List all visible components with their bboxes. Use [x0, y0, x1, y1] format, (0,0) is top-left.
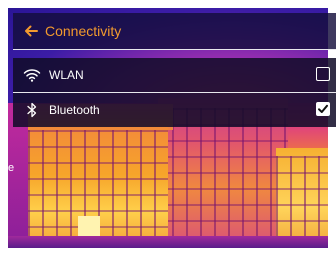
connectivity-panel: Connectivity WLAN Bluetooth	[13, 13, 336, 127]
thermal-building-right-windows	[276, 156, 328, 240]
bluetooth-checkbox[interactable]	[316, 102, 330, 116]
settings-list: WLAN Bluetooth	[13, 58, 336, 127]
checkmark-icon	[318, 104, 328, 113]
header-bar: Connectivity	[13, 13, 336, 50]
bluetooth-label: Bluetooth	[49, 103, 100, 117]
page-title: Connectivity	[45, 23, 122, 39]
back-arrow-icon[interactable]	[23, 23, 39, 39]
bluetooth-icon	[21, 101, 43, 119]
thermal-building-middle-windows	[158, 108, 288, 238]
setting-row-bluetooth[interactable]: Bluetooth	[13, 92, 336, 127]
wifi-icon	[21, 66, 43, 84]
wlan-checkbox[interactable]	[316, 67, 330, 81]
setting-row-wlan[interactable]: WLAN	[13, 58, 336, 92]
thermal-ground	[8, 236, 328, 248]
wlan-label: WLAN	[49, 68, 84, 82]
edge-text: e	[8, 162, 15, 174]
